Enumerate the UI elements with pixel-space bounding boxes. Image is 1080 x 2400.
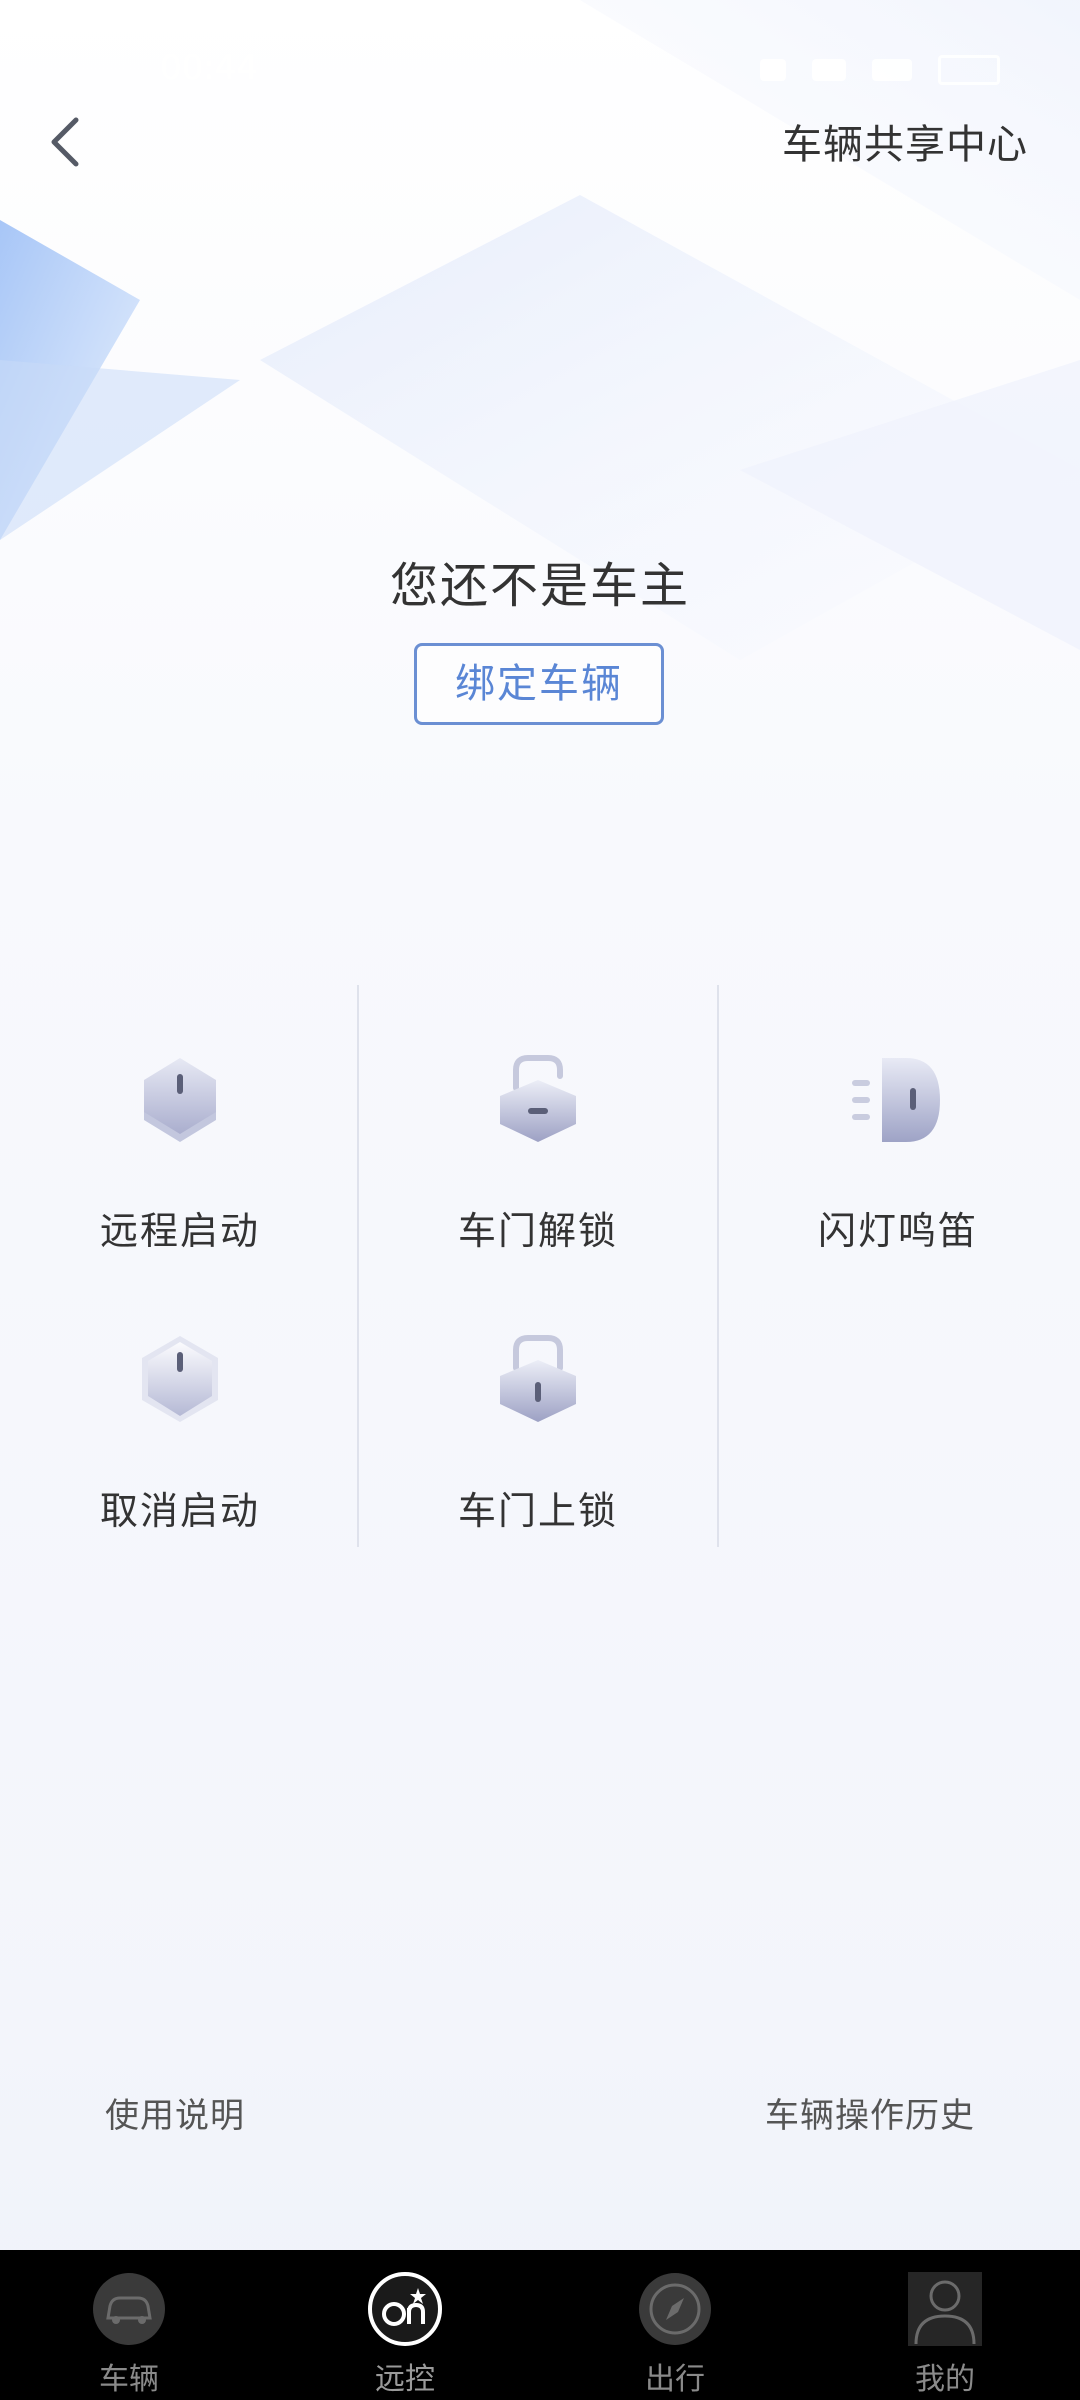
tab-label: 车辆 [99,2362,159,2397]
car-icon [93,2273,165,2345]
control-label: 闪灯鸣笛 [817,1209,978,1253]
engine-start-icon [144,1058,216,1142]
bottom-tab-bar: 车辆 远控 出行 我的 [0,2250,1080,2400]
remote-on-icon [368,2272,442,2346]
headlight-icon [852,1058,940,1142]
signal-icon [872,59,912,81]
battery-icon [938,55,1000,85]
tab-label: 出行 [645,2362,705,2397]
tab-mine[interactable]: 我的 [810,2250,1080,2400]
remote-start-button[interactable]: 远程启动 [0,1050,360,1290]
tab-label: 我的 [915,2362,975,2397]
lock-icon [500,1335,576,1422]
instructions-link[interactable]: 使用说明 [105,2088,245,2137]
status-icons [560,50,1000,90]
notification-icon [760,59,786,81]
compass-icon [639,2273,711,2345]
back-button[interactable] [36,104,92,180]
not-owner-text: 您还不是车主 [389,558,690,614]
wifi-icon [812,59,846,81]
tab-label: 远控 [375,2362,435,2397]
operation-history-link[interactable]: 车辆操作历史 [765,2088,975,2137]
control-label: 取消启动 [99,1489,260,1533]
page-title: 车辆共享中心 [782,122,1028,168]
tab-vehicle[interactable]: 车辆 [0,2250,264,2400]
status-time: 00:44 [160,48,258,88]
bind-vehicle-button[interactable]: 绑定车辆 [414,643,664,725]
control-label: 车门上锁 [457,1489,618,1533]
tab-travel[interactable]: 出行 [540,2250,810,2400]
unlock-icon [500,1055,576,1142]
tab-remote[interactable]: 远控 [270,2250,540,2400]
control-label: 车门解锁 [457,1209,618,1253]
door-lock-button[interactable]: 车门上锁 [358,1330,718,1570]
engine-stop-icon [142,1336,218,1422]
chevron-left-icon [51,117,79,167]
cancel-start-button[interactable]: 取消启动 [0,1330,360,1570]
flash-horn-button[interactable]: 闪灯鸣笛 [718,1050,1078,1290]
door-unlock-button[interactable]: 车门解锁 [358,1050,718,1290]
profile-icon [908,2272,982,2346]
control-label: 远程启动 [99,1209,260,1253]
